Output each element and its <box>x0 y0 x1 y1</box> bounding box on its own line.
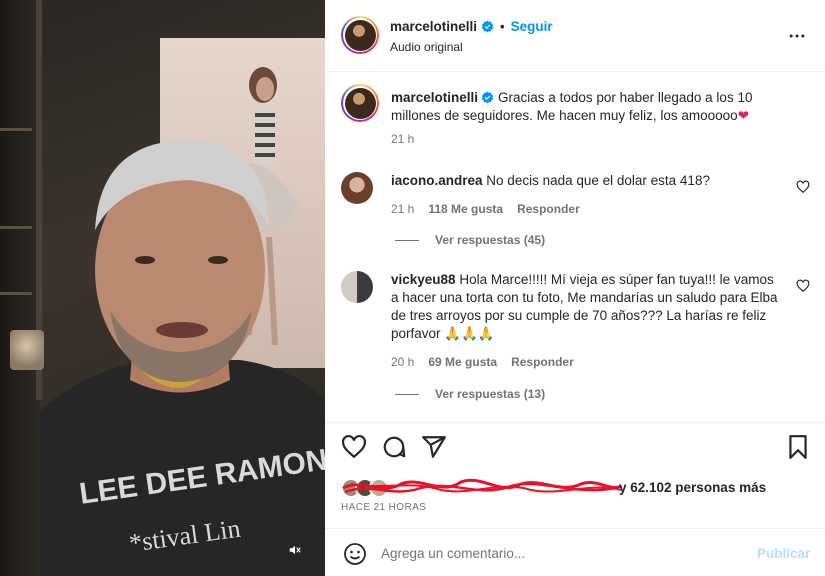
background-wall <box>0 0 40 576</box>
comment-input[interactable] <box>381 543 731 563</box>
view-replies-label: Ver respuestas (45) <box>435 233 546 247</box>
comment-time[interactable]: 20 h <box>391 353 414 371</box>
mute-toggle-button[interactable] <box>281 536 309 564</box>
publish-button[interactable]: Publicar <box>757 546 810 561</box>
share-icon[interactable] <box>421 434 447 460</box>
bookmark-icon[interactable] <box>785 434 811 460</box>
commenter-avatar[interactable] <box>341 271 373 303</box>
commenter-username[interactable]: vickyeu88 <box>391 272 456 287</box>
post-video[interactable]: LEE DEE RAMONE *stival Lin <box>0 0 325 576</box>
follow-button[interactable]: Seguir <box>511 19 553 34</box>
more-options-icon[interactable] <box>787 26 807 46</box>
heart-emoji: ❤ <box>737 108 749 123</box>
view-replies-button[interactable]: Ver respuestas (45) <box>395 233 545 247</box>
muted-speaker-icon <box>289 545 301 555</box>
view-replies-button[interactable]: Ver respuestas (13) <box>395 387 545 401</box>
heart-icon[interactable] <box>341 434 367 460</box>
reply-button[interactable]: Responder <box>517 200 580 218</box>
likes-count[interactable]: y 62.102 personas más <box>619 480 766 495</box>
redaction-scribble <box>342 478 622 494</box>
author-username[interactable]: marcelotinelli <box>390 19 477 34</box>
replies-divider <box>395 239 419 241</box>
comment-likes[interactable]: 118 Me gusta <box>428 200 503 218</box>
comment-icon[interactable] <box>381 434 407 460</box>
background-shelf <box>0 292 32 295</box>
separator-dot: • <box>500 19 505 34</box>
actions-divider <box>325 422 825 423</box>
verified-badge-icon <box>481 20 494 33</box>
reply-button[interactable]: Responder <box>511 353 574 371</box>
caption-timestamp[interactable]: 21 h <box>391 132 414 146</box>
author-avatar[interactable] <box>341 16 379 54</box>
background-shelf <box>0 128 32 131</box>
likes-count-label: y 62.102 personas más <box>619 480 767 495</box>
caption-username[interactable]: marcelotinelli <box>391 90 478 105</box>
view-replies-label: Ver respuestas (13) <box>435 387 546 401</box>
post-header: marcelotinelli • Seguir Audio original <box>325 0 825 72</box>
comment-likes[interactable]: 69 Me gusta <box>428 353 497 371</box>
post-details-panel: marcelotinelli • Seguir Audio original m… <box>325 0 825 576</box>
comment-text: No decis nada que el dolar esta 418? <box>486 173 710 188</box>
background-lamp <box>10 330 44 370</box>
heart-icon[interactable] <box>796 180 810 194</box>
add-comment-bar: Publicar <box>325 528 825 576</box>
commenter-username[interactable]: iacono.andrea <box>391 173 483 188</box>
audio-label[interactable]: Audio original <box>390 40 463 54</box>
emoji-icon[interactable] <box>343 542 367 566</box>
person-figure: LEE DEE RAMONE *stival Lin <box>40 140 325 576</box>
verified-badge-icon <box>481 91 494 104</box>
replies-divider <box>395 393 419 395</box>
comment-time[interactable]: 21 h <box>391 200 414 218</box>
post-timestamp[interactable]: HACE 21 HORAS <box>341 502 426 513</box>
post-modal: LEE DEE RAMONE *stival Lin marcelotinell… <box>0 0 825 576</box>
heart-icon[interactable] <box>796 279 810 293</box>
background-shelf <box>0 226 32 229</box>
commenter-avatar[interactable] <box>341 172 373 204</box>
caption-author-avatar[interactable] <box>341 84 379 122</box>
